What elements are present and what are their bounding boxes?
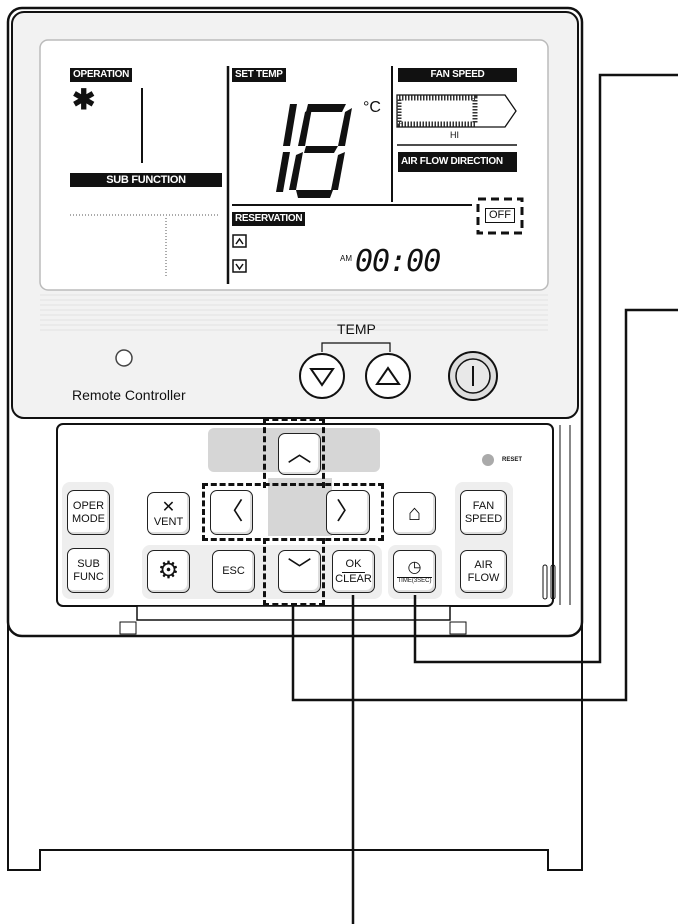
fan-speed-label: FAN SPEED (398, 68, 517, 82)
air-flow-button[interactable]: AIR FLOW (460, 550, 507, 593)
gear-icon: ⚙ (157, 557, 180, 585)
settings-button[interactable]: ⚙ (147, 550, 190, 593)
am-label: AM (340, 254, 352, 263)
fan-speed-value: HI (450, 130, 459, 140)
reservation-time: 00:00 (355, 244, 441, 279)
temp-down-button[interactable] (300, 354, 344, 398)
dpad-highlight-middle (202, 483, 384, 541)
set-temp-label: SET TEMP (232, 68, 286, 82)
sub-func-button[interactable]: SUB FUNC (67, 548, 110, 593)
remote-controller-diagram: OPERATION ✱ SUB FUNCTION SET TEMP 18 °C … (0, 0, 678, 924)
room-temp-button[interactable]: ⌂ (393, 492, 436, 535)
oper-mode-label-1: OPER (72, 500, 105, 513)
air-flow-label-2: FLOW (467, 571, 500, 584)
power-button[interactable] (449, 352, 497, 400)
dpad-highlight-top (263, 418, 325, 488)
sub-function-label: SUB FUNCTION (70, 173, 222, 187)
device-outline (6, 6, 678, 924)
temperature-unit: °C (363, 99, 381, 116)
air-flow-label-1: AIR (474, 559, 493, 572)
sub-func-label-2: FUNC (73, 570, 104, 583)
sub-func-label-1: SUB (77, 558, 100, 571)
esc-button[interactable]: ESC (212, 550, 255, 593)
reset-button[interactable] (482, 454, 494, 466)
time-label: TIME(3SEC) (397, 576, 432, 584)
snowflake-icon: ✱ (72, 84, 96, 115)
air-flow-direction-label: AIR FLOW DIRECTION (398, 152, 517, 172)
fan-speed-label-2: SPEED (464, 512, 503, 525)
temp-up-button[interactable] (366, 354, 410, 398)
reset-label: RESET (502, 457, 523, 463)
home-thermometer-icon: ⌂ (407, 500, 422, 526)
time-button[interactable]: ◷ TIME(3SEC) (393, 550, 436, 593)
vent-icon: ✕ (161, 498, 176, 516)
oper-mode-label-2: MODE (72, 512, 105, 525)
clock-icon: ◷ (407, 558, 422, 576)
vent-button[interactable]: ✕ VENT (147, 492, 190, 535)
clear-label: CLEAR (335, 572, 372, 585)
dpad-highlight-bottom (263, 538, 325, 606)
fan-speed-label-1: FAN (472, 500, 495, 513)
esc-label: ESC (222, 565, 245, 578)
temp-label: TEMP (337, 321, 376, 337)
operation-label: OPERATION (70, 68, 133, 82)
vent-label: VENT (153, 516, 184, 529)
ok-clear-button[interactable]: OK CLEAR (332, 550, 375, 593)
off-indicator: OFF (485, 208, 515, 223)
fan-speed-button[interactable]: FAN SPEED (460, 490, 507, 535)
remote-controller-label: Remote Controller (72, 387, 186, 403)
ok-label: OK (341, 558, 366, 573)
oper-mode-button[interactable]: OPER MODE (67, 490, 110, 535)
reservation-label: RESERVATION (232, 212, 306, 226)
